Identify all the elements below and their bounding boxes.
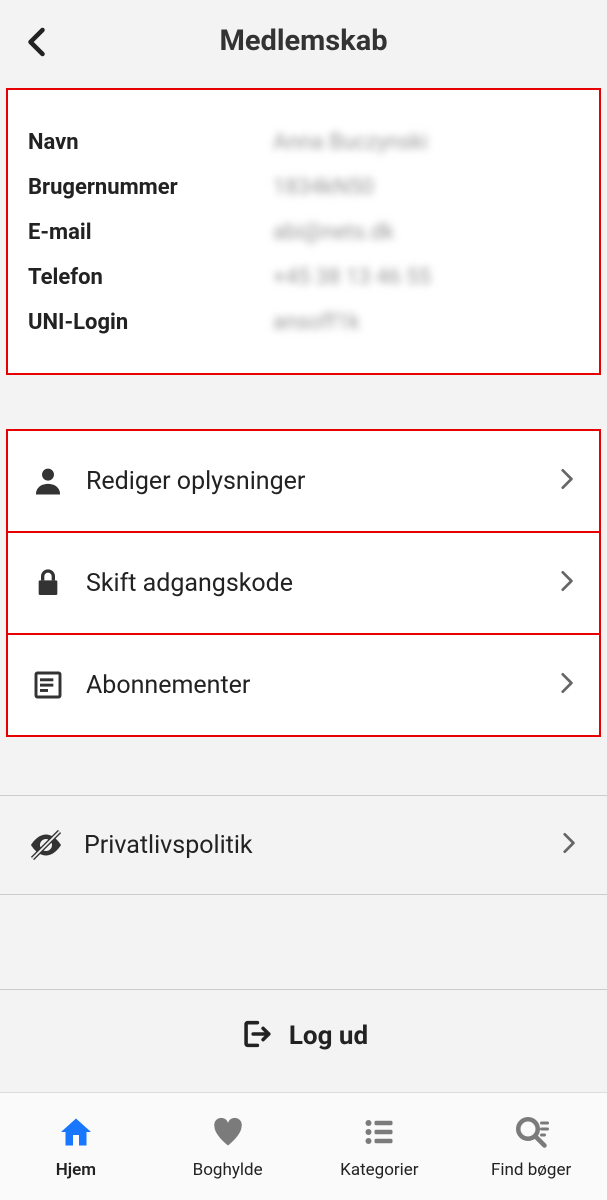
search-icon: [513, 1114, 549, 1154]
privacy-policy-row[interactable]: Privatlivspolitik: [0, 795, 607, 895]
chevron-right-icon: [553, 466, 579, 496]
info-row-name: Navn Anna Buczynski: [28, 130, 579, 155]
chevron-right-icon: [555, 830, 581, 860]
chevron-left-icon: [20, 24, 56, 60]
info-value: ansoff1k: [273, 310, 360, 335]
home-icon: [58, 1114, 94, 1154]
tab-label: Boghylde: [193, 1160, 263, 1180]
chevron-right-icon: [553, 568, 579, 598]
privacy-label: Privatlivspolitik: [84, 831, 555, 860]
menu-group: Rediger oplysninger Skift adgangskode Ab…: [6, 429, 601, 737]
info-label: E-mail: [28, 220, 273, 245]
tab-label: Find bøger: [491, 1160, 571, 1180]
info-value: +45 38 13 46 55: [273, 265, 431, 290]
info-row-phone: Telefon +45 38 13 46 55: [28, 265, 579, 290]
tab-label: Kategorier: [340, 1160, 418, 1180]
info-label: UNI-Login: [28, 310, 273, 335]
header: Medlemskab: [0, 0, 607, 82]
info-row-unilogin: UNI-Login ansoff1k: [28, 310, 579, 335]
tab-categories[interactable]: Kategorier: [304, 1093, 456, 1200]
info-row-email: E-mail abi@nets.dk: [28, 220, 579, 245]
tab-label: Hjem: [56, 1160, 96, 1180]
menu-label: Rediger oplysninger: [86, 467, 553, 496]
tab-bookshelf[interactable]: Boghylde: [152, 1093, 304, 1200]
menu-label: Abonnementer: [86, 671, 553, 700]
info-value: abi@nets.dk: [273, 220, 394, 245]
logout-label: Log ud: [289, 1021, 368, 1051]
menu-item-change-password[interactable]: Skift adgangskode: [6, 531, 601, 635]
list-menu-icon: [361, 1114, 397, 1154]
logout-icon: [239, 1017, 273, 1055]
user-icon: [28, 464, 68, 498]
info-value: Anna Buczynski: [273, 130, 428, 155]
tab-find-books[interactable]: Find bøger: [455, 1093, 607, 1200]
logout-button[interactable]: Log ud: [0, 989, 607, 1081]
user-info-card: Navn Anna Buczynski Brugernummer 1834kN5…: [6, 88, 601, 375]
info-label: Brugernummer: [28, 175, 273, 200]
list-icon: [28, 669, 68, 701]
tab-home[interactable]: Hjem: [0, 1093, 152, 1200]
menu-label: Skift adgangskode: [86, 569, 553, 598]
info-value: 1834kN50: [273, 175, 374, 200]
menu-item-edit-info[interactable]: Rediger oplysninger: [6, 429, 601, 533]
chevron-right-icon: [553, 670, 579, 700]
page-title: Medlemskab: [219, 24, 387, 58]
info-row-usernumber: Brugernummer 1834kN50: [28, 175, 579, 200]
lock-icon: [28, 567, 68, 599]
eye-off-icon: [26, 827, 66, 863]
back-button[interactable]: [20, 24, 56, 60]
info-label: Navn: [28, 130, 273, 155]
tab-bar: Hjem Boghylde Kategorier Find bøg: [0, 1092, 607, 1200]
menu-item-subscriptions[interactable]: Abonnementer: [6, 633, 601, 737]
heart-icon: [210, 1114, 246, 1154]
info-label: Telefon: [28, 265, 273, 290]
